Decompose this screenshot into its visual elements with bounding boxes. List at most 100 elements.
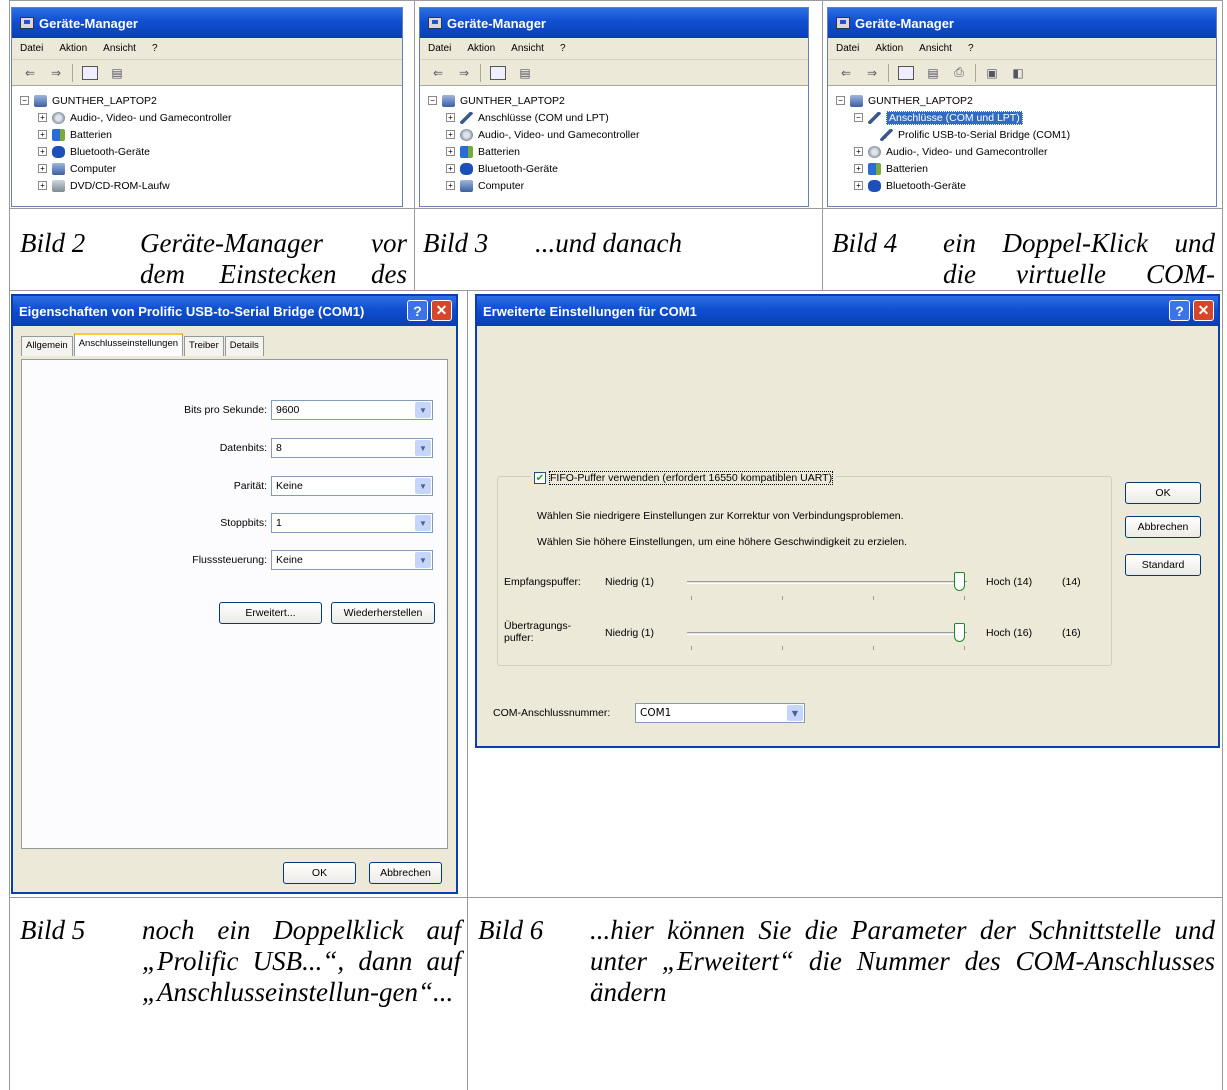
uebertragung-slider-track[interactable] [687,632,967,635]
bits-select[interactable]: 9600 ▼ [271,400,433,420]
menu-datei[interactable]: Datei [20,43,43,54]
datenbits-select[interactable]: 8 ▼ [271,438,433,458]
expand-icon[interactable]: + [446,181,455,190]
expand-icon[interactable]: + [446,164,455,173]
tree-node[interactable]: + Batterien [20,126,402,143]
expand-icon[interactable]: + [854,164,863,173]
fifo-checkbox-row[interactable]: ✔ FIFO-Puffer verwenden (erfordert 16550 … [531,471,837,485]
tree-node[interactable]: − GUNTHER_LAPTOP2 [836,92,1216,109]
collapse-icon[interactable]: − [836,96,845,105]
window-titlebar[interactable]: Geräte-Manager [12,8,402,38]
tree-node[interactable]: + Computer [428,177,808,194]
tree-node[interactable]: + Audio-, Video- und Gamecontroller [836,143,1216,160]
tree-node[interactable]: + Batterien [836,160,1216,177]
close-icon[interactable]: ✕ [431,300,452,321]
back-arrow-icon[interactable]: ⇐ [20,63,40,83]
tree-node[interactable]: − GUNTHER_LAPTOP2 [428,92,808,109]
cancel-button[interactable]: Abbrechen [1125,516,1201,538]
expand-icon[interactable]: + [38,147,47,156]
help-icon[interactable]: ? [407,300,428,321]
dialog-titlebar[interactable]: Erweiterte Einstellungen für COM1 ? ✕ [477,296,1218,326]
collapse-icon[interactable]: − [428,96,437,105]
tree-node[interactable]: + Anschlüsse (COM und LPT) [428,109,808,126]
back-arrow-icon[interactable]: ⇐ [428,63,448,83]
chevron-down-icon[interactable]: ▼ [415,552,431,568]
tab-details[interactable]: Details [224,336,264,356]
tree-node[interactable]: − Anschlüsse (COM und LPT) [836,109,1216,126]
help-icon[interactable]: ? [1169,300,1190,321]
wiederherstellen-button[interactable]: Wiederherstellen [331,602,435,624]
menu-datei[interactable]: Datei [836,43,859,54]
collapse-icon[interactable]: − [20,96,29,105]
scan-hardware-icon[interactable]: ▣ [982,63,1002,83]
com-select[interactable]: COM1 ▼ [635,703,805,723]
tree-node[interactable]: + Computer [20,160,402,177]
menu-help[interactable]: ? [560,43,566,54]
expand-icon[interactable]: + [38,181,47,190]
tree-node[interactable]: + Bluetooth-Geräte [20,143,402,160]
expand-icon[interactable]: + [854,181,863,190]
window-titlebar[interactable]: Geräte-Manager [828,8,1216,38]
tree-node[interactable]: − GUNTHER_LAPTOP2 [20,92,402,109]
view-icon[interactable] [82,65,98,80]
menu-aktion[interactable]: Aktion [875,43,903,54]
ok-button[interactable]: OK [283,862,356,884]
chevron-down-icon[interactable]: ▼ [415,440,431,456]
chevron-down-icon[interactable]: ▼ [415,402,431,418]
cancel-button[interactable]: Abbrechen [369,862,442,884]
chevron-down-icon[interactable]: ▼ [787,705,803,721]
forward-arrow-icon[interactable]: ⇒ [46,63,66,83]
view-icon[interactable] [898,65,914,80]
properties-icon[interactable]: ▤ [515,63,535,83]
tree-node[interactable]: Prolific USB-to-Serial Bridge (COM1) [836,126,1216,143]
tab-treiber[interactable]: Treiber [184,336,224,356]
dialog-titlebar[interactable]: Eigenschaften von Prolific USB-to-Serial… [13,296,456,326]
expand-icon[interactable]: + [446,130,455,139]
erweitert-button[interactable]: Erweitert... [219,602,322,624]
expand-icon[interactable]: + [38,113,47,122]
fifo-checkbox[interactable]: ✔ [534,472,546,484]
empfang-slider-thumb[interactable] [954,572,965,591]
menu-help[interactable]: ? [152,43,158,54]
paritaet-select[interactable]: Keine ▼ [271,476,433,496]
tree-node[interactable]: + Audio-, Video- und Gamecontroller [20,109,402,126]
expand-icon[interactable]: + [854,147,863,156]
menu-help[interactable]: ? [968,43,974,54]
tab-allgemein[interactable]: Allgemein [21,336,73,356]
menu-datei[interactable]: Datei [428,43,451,54]
uebertragung-slider-thumb[interactable] [954,623,965,642]
chevron-down-icon[interactable]: ▼ [415,515,431,531]
menu-ansicht[interactable]: Ansicht [919,43,952,54]
print-icon[interactable]: ⎙ [949,63,969,83]
tree-node[interactable]: + Bluetooth-Geräte [428,160,808,177]
empfang-slider-track[interactable] [687,581,967,584]
standard-button[interactable]: Standard [1125,554,1201,576]
forward-arrow-icon[interactable]: ⇒ [862,63,882,83]
expand-icon[interactable]: + [446,147,455,156]
tab-anschlusseinstellungen[interactable]: Anschlusseinstellungen [73,333,184,356]
menu-ansicht[interactable]: Ansicht [103,43,136,54]
update-driver-icon[interactable]: ◧ [1008,63,1028,83]
expand-icon[interactable]: + [38,130,47,139]
chevron-down-icon[interactable]: ▼ [415,478,431,494]
expand-icon[interactable]: + [38,164,47,173]
collapse-icon[interactable]: − [854,113,863,122]
ok-button[interactable]: OK [1125,482,1201,504]
stoppbits-select[interactable]: 1 ▼ [271,513,433,533]
properties-icon[interactable]: ▤ [107,63,127,83]
window-titlebar[interactable]: Geräte-Manager [420,8,808,38]
tree-node[interactable]: + Bluetooth-Geräte [836,177,1216,194]
tree-node[interactable]: + Batterien [428,143,808,160]
tree-node[interactable]: + DVD/CD-ROM-Laufw [20,177,402,194]
menu-aktion[interactable]: Aktion [59,43,87,54]
properties-icon[interactable]: ▤ [923,63,943,83]
close-icon[interactable]: ✕ [1193,300,1214,321]
expand-icon[interactable]: + [446,113,455,122]
menu-ansicht[interactable]: Ansicht [511,43,544,54]
view-icon[interactable] [490,65,506,80]
tree-node[interactable]: + Audio-, Video- und Gamecontroller [428,126,808,143]
back-arrow-icon[interactable]: ⇐ [836,63,856,83]
flusssteuerung-select[interactable]: Keine ▼ [271,550,433,570]
menu-aktion[interactable]: Aktion [467,43,495,54]
forward-arrow-icon[interactable]: ⇒ [454,63,474,83]
